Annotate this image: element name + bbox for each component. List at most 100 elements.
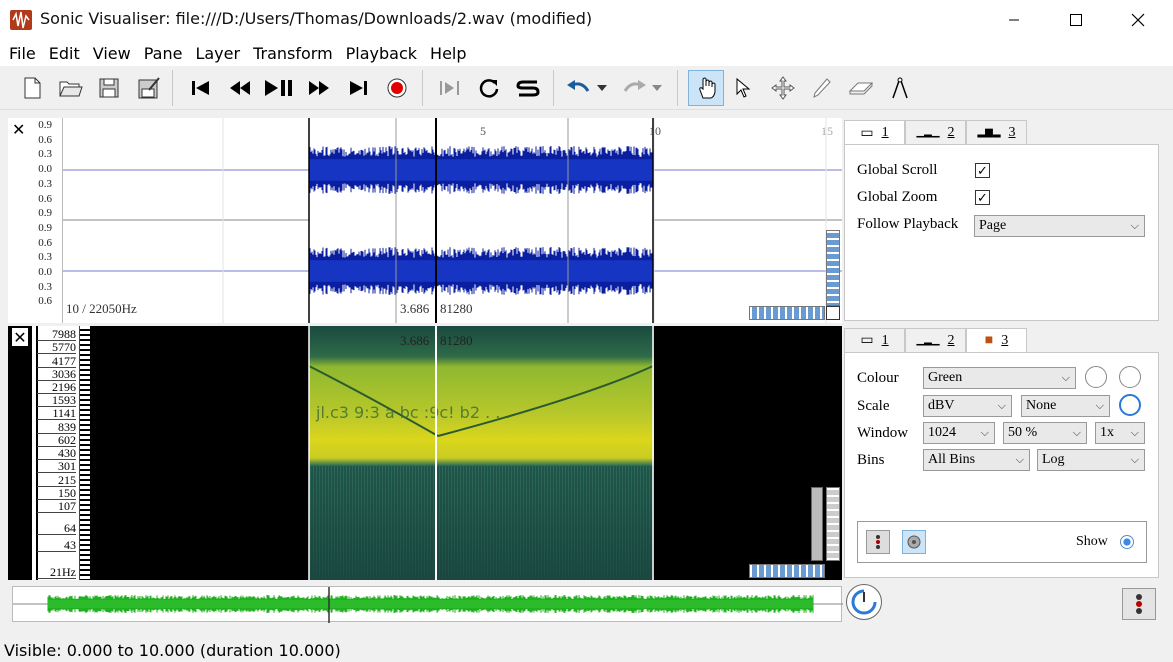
- cursor-time-label: 3.686: [400, 333, 430, 348]
- maximize-button[interactable]: [1053, 0, 1099, 40]
- tab-view-1[interactable]: ▭ 1: [844, 120, 905, 145]
- play-pause-icon[interactable]: [263, 72, 295, 104]
- layer-indicator-icon: [1136, 594, 1142, 614]
- window-size-select[interactable]: 1024 ⌵: [923, 422, 995, 444]
- move-icon[interactable]: [767, 72, 799, 104]
- spectrogram-pane[interactable]: ✕ 7988 5770 4177 3036 2196 1593 1141 839 602 430 3…: [8, 326, 842, 580]
- measure-icon[interactable]: [884, 72, 916, 104]
- layer-color-button[interactable]: [866, 530, 890, 554]
- zoom-reset-button[interactable]: [826, 306, 840, 320]
- fast-forward-icon[interactable]: [303, 72, 335, 104]
- normalization-select[interactable]: None ⌵: [1021, 395, 1110, 417]
- oversampling-select[interactable]: 1x ⌵: [1095, 422, 1145, 444]
- status-bar: Visible: 0.000 to 10.000 (duration 10.00…: [0, 640, 1173, 662]
- cursor-frame-label: 81280: [440, 301, 473, 316]
- chevron-down-icon: ⌵: [980, 427, 989, 439]
- scale-select[interactable]: dBV ⌵: [923, 395, 1012, 417]
- bins-label: Bins: [857, 452, 885, 468]
- horizontal-zoom-slider[interactable]: [749, 306, 825, 320]
- window-label: Window: [857, 425, 909, 441]
- play-selection-icon[interactable]: [434, 72, 466, 104]
- spectrogram-display: jl.c3 9:3 a bc :9c! b2 . . .: [308, 326, 654, 580]
- tab-view-3[interactable]: ▂▆▂ 3: [966, 120, 1027, 144]
- window-title: Sonic Visualiser: file:///D:/Users/Thoma…: [40, 9, 593, 28]
- solo-icon[interactable]: [512, 72, 544, 104]
- menu-playback[interactable]: Playback: [339, 40, 423, 66]
- redo-icon[interactable]: [618, 72, 650, 104]
- save-icon[interactable]: [93, 72, 125, 104]
- app-logo-icon: [10, 10, 32, 30]
- global-scroll-checkbox[interactable]: ✓: [975, 163, 990, 178]
- chevron-down-icon: ⌵: [1095, 400, 1104, 412]
- play-layer-button[interactable]: [902, 530, 926, 554]
- menu-pane[interactable]: Pane: [137, 40, 189, 66]
- chevron-down-icon: ⌵: [1130, 454, 1139, 466]
- horizontal-zoom-slider[interactable]: [749, 564, 825, 578]
- layer-controls-box: Show: [857, 521, 1147, 563]
- select-arrow-icon[interactable]: [727, 72, 759, 104]
- overview-waveform[interactable]: [12, 586, 843, 623]
- minimize-button[interactable]: [991, 0, 1037, 40]
- vertical-zoom-slider[interactable]: [826, 487, 840, 561]
- menu-view[interactable]: View: [86, 40, 137, 66]
- menu-help[interactable]: Help: [423, 40, 472, 66]
- new-file-icon[interactable]: [16, 72, 48, 104]
- close-window-button[interactable]: [1115, 0, 1161, 40]
- menu-layer[interactable]: Layer: [188, 40, 246, 66]
- ruler-icon: ▁▂▁: [916, 335, 940, 346]
- undo-dropdown-icon[interactable]: [593, 72, 611, 104]
- tab-layer-1[interactable]: ▭ 1: [844, 328, 905, 352]
- undo-icon[interactable]: [563, 72, 595, 104]
- follow-playback-label: Follow Playback: [857, 216, 959, 232]
- pane-icon: ▭: [860, 333, 874, 348]
- layer-colour-indicator[interactable]: [1122, 588, 1156, 620]
- loop-icon[interactable]: [473, 72, 505, 104]
- chevron-down-icon: ⌵: [1072, 427, 1081, 439]
- gain-dial[interactable]: [1119, 394, 1141, 416]
- tab-layer-3[interactable]: ■ 3: [966, 328, 1027, 353]
- colour-select[interactable]: Green ⌵: [923, 367, 1076, 389]
- window-overlap-select[interactable]: 50 % ⌵: [1003, 422, 1087, 444]
- menu-file[interactable]: File: [2, 40, 42, 66]
- sample-rate-label: 10 / 22050Hz: [66, 301, 137, 317]
- vertical-zoom-slider[interactable]: [826, 230, 840, 306]
- chevron-down-icon: ⌵: [1130, 427, 1139, 439]
- pane-icon: ▭: [860, 125, 874, 141]
- open-folder-icon[interactable]: [55, 72, 87, 104]
- playback-speed-dial[interactable]: [846, 584, 882, 620]
- vertical-scroll-handle[interactable]: [811, 487, 823, 561]
- tab-view-2[interactable]: ▁▂▁ 2: [905, 120, 966, 144]
- show-layer-radio[interactable]: [1120, 535, 1134, 549]
- skip-end-icon[interactable]: [342, 72, 374, 104]
- waveform-icon: ▂▆▂: [977, 127, 1001, 138]
- bins-select[interactable]: All Bins ⌵: [923, 449, 1030, 471]
- redo-dropdown-icon[interactable]: [648, 72, 666, 104]
- time-tick-5: 5: [480, 124, 486, 138]
- chevron-down-icon: ⌵: [1015, 454, 1024, 466]
- spectrogram-icon: ■: [984, 333, 994, 348]
- menu-transform[interactable]: Transform: [246, 40, 339, 66]
- tab-layer-2[interactable]: ▁▂▁ 2: [905, 328, 966, 352]
- menu-edit[interactable]: Edit: [42, 40, 86, 66]
- rewind-start-icon[interactable]: [185, 72, 217, 104]
- rewind-icon[interactable]: [224, 72, 256, 104]
- global-zoom-label: Global Zoom: [857, 189, 938, 205]
- global-zoom-checkbox[interactable]: ✓: [975, 190, 990, 205]
- erase-icon[interactable]: [845, 72, 877, 104]
- cursor-frame-label: 81280: [440, 333, 473, 348]
- colour-label: Colour: [857, 370, 899, 386]
- scale-label: Scale: [857, 398, 890, 414]
- record-icon[interactable]: [381, 72, 413, 104]
- ruler-icon: ▁▂▁: [916, 127, 940, 138]
- frequency-scale-select[interactable]: Log ⌵: [1037, 449, 1145, 471]
- follow-playback-select[interactable]: Page ⌵: [974, 215, 1145, 237]
- navigate-hand-icon[interactable]: [688, 70, 724, 106]
- threshold-dial[interactable]: [1119, 366, 1141, 388]
- toolbar: [0, 66, 1173, 110]
- save-session-icon[interactable]: [133, 72, 165, 104]
- colour-rotation-dial[interactable]: [1085, 366, 1107, 388]
- draw-pencil-icon[interactable]: [806, 72, 838, 104]
- title-bar: Sonic Visualiser: file:///D:/Users/Thoma…: [0, 0, 1173, 40]
- view-properties-panel: ▭ 1 ▁▂▁ 2 ▂▆▂ 3 Global Scroll ✓ Global Zoom…: [844, 118, 1159, 323]
- waveform-pane[interactable]: ✕ 0.9 0.6 0.3 0.0 0.3 0.6 0.9 0.9 0.6 0.3 0.0 0.3 0.…: [8, 118, 842, 323]
